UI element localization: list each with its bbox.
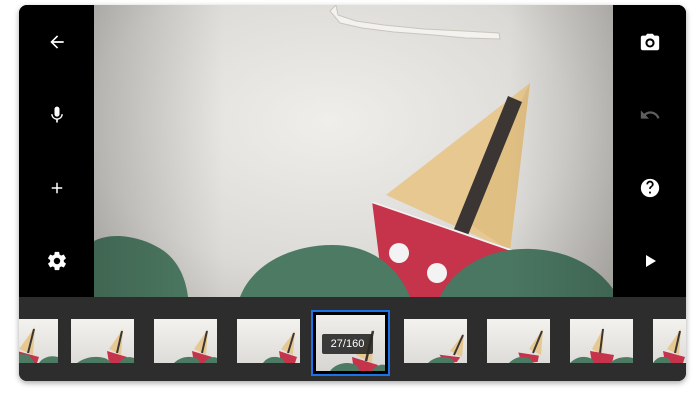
preview-scene	[94, 5, 613, 297]
filmstrip[interactable]: 27/160	[19, 297, 686, 381]
camera-preview[interactable]	[94, 5, 613, 297]
camera-icon	[640, 33, 659, 50]
left-toolbar	[19, 5, 94, 297]
help-icon	[640, 178, 659, 197]
add-button[interactable]	[35, 166, 79, 210]
frame-thumbnail[interactable]	[237, 319, 300, 363]
frame-thumbnail[interactable]	[570, 319, 633, 363]
frame-thumbnail[interactable]	[71, 319, 134, 363]
frame-thumbnail[interactable]	[487, 319, 550, 363]
help-button[interactable]	[628, 166, 672, 210]
gear-icon	[47, 251, 66, 270]
frame-thumbnail[interactable]	[653, 319, 686, 363]
right-toolbar	[613, 5, 686, 297]
undo-button[interactable]	[628, 93, 672, 137]
play-button[interactable]	[628, 239, 672, 283]
microphone-icon	[50, 106, 63, 122]
stop-motion-app: 27/160	[19, 5, 686, 381]
record-audio-button[interactable]	[35, 93, 79, 137]
undo-icon	[640, 109, 660, 119]
frame-thumbnail[interactable]	[154, 319, 217, 363]
back-button[interactable]	[35, 20, 79, 64]
frame-thumbnail[interactable]	[19, 319, 58, 363]
play-icon	[645, 254, 656, 267]
plus-icon	[51, 182, 62, 193]
frame-thumbnail[interactable]	[404, 319, 467, 363]
frame-counter-label: 27/160	[322, 334, 373, 354]
arrow-back-icon	[49, 34, 64, 49]
settings-button[interactable]	[35, 239, 79, 283]
frame-thumbnail-selected[interactable]: 27/160	[311, 310, 390, 376]
capture-button[interactable]	[628, 20, 672, 64]
